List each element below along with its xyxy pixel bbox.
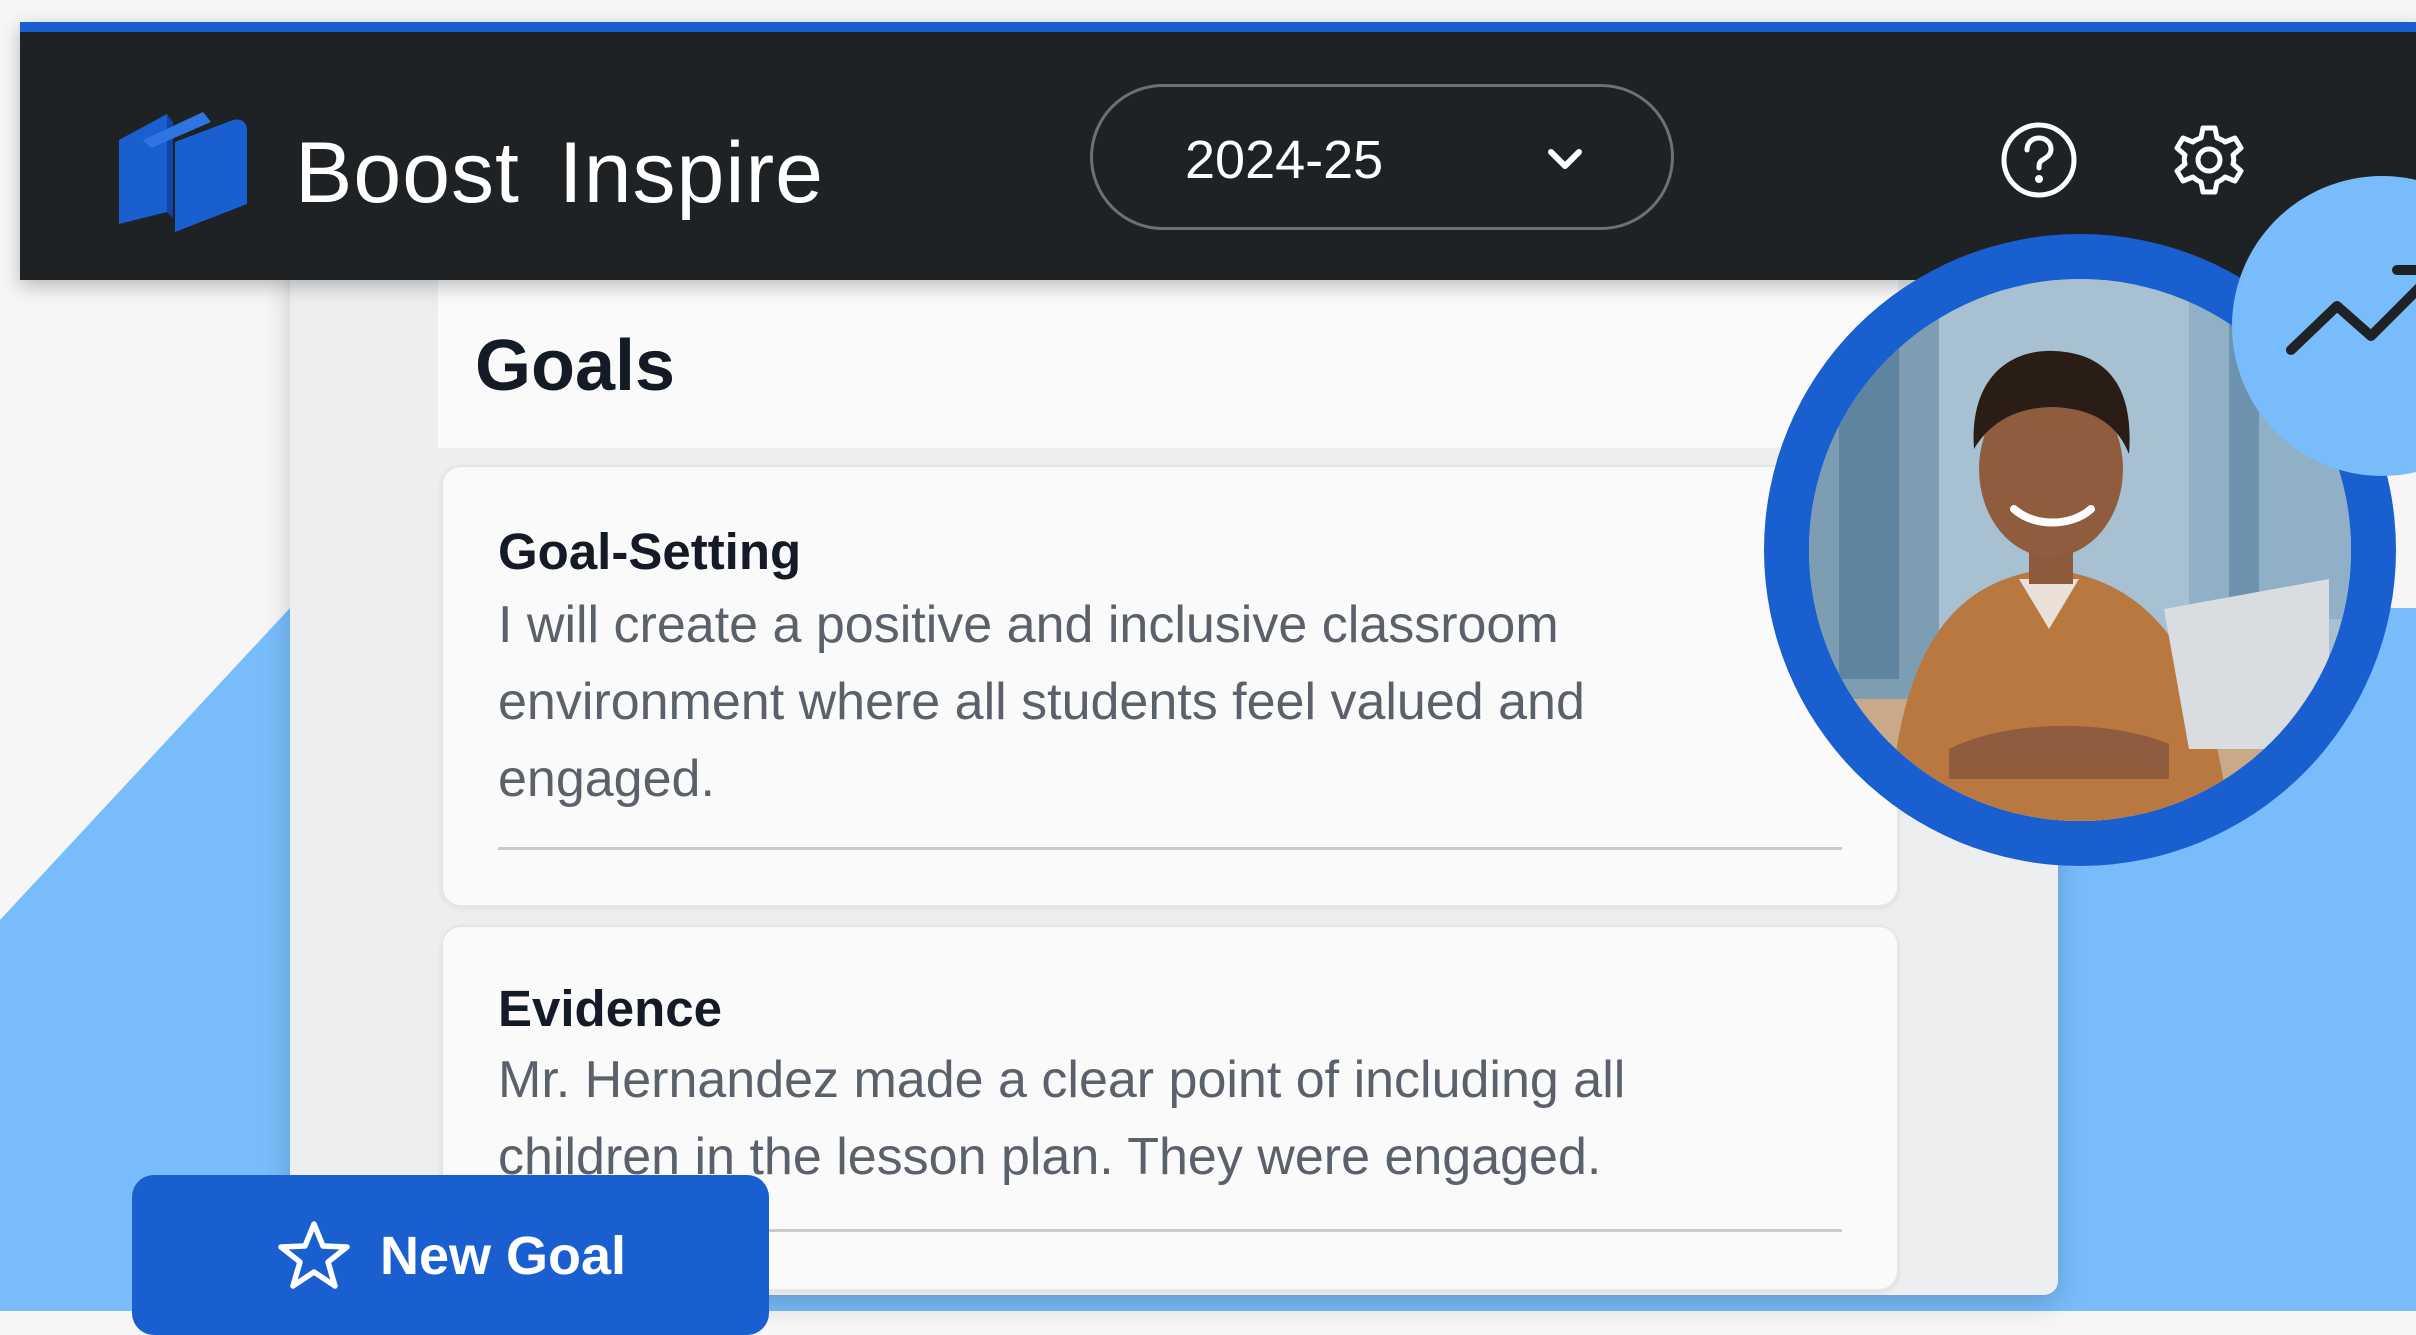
new-goal-label: New Goal	[380, 1226, 627, 1286]
app-name: Boost Inspire	[295, 125, 824, 221]
page-title: Goals	[475, 326, 676, 406]
divider	[498, 847, 1842, 850]
card-body: I will create a positive and inclusive c…	[498, 596, 1585, 808]
card-title: Evidence	[498, 980, 722, 1037]
chevron-down-icon	[1548, 149, 1582, 169]
card-title: Goal-Setting	[498, 523, 802, 580]
new-goal-button[interactable]: New Goal	[132, 1175, 769, 1335]
question-circle-icon[interactable]	[1999, 120, 2079, 200]
goal-card-goal-setting[interactable]: Goal-Setting I will create a positive an…	[441, 465, 1899, 907]
star-icon	[278, 1221, 350, 1289]
trending-up-icon	[2286, 265, 2416, 355]
year-select[interactable]: 2024-25	[1090, 84, 1674, 230]
book-icon	[119, 112, 247, 232]
gear-icon[interactable]	[2167, 118, 2251, 202]
year-select-value: 2024-25	[1185, 130, 1384, 190]
card-body: Mr. Hernandez made a clear point of incl…	[498, 1051, 1626, 1186]
